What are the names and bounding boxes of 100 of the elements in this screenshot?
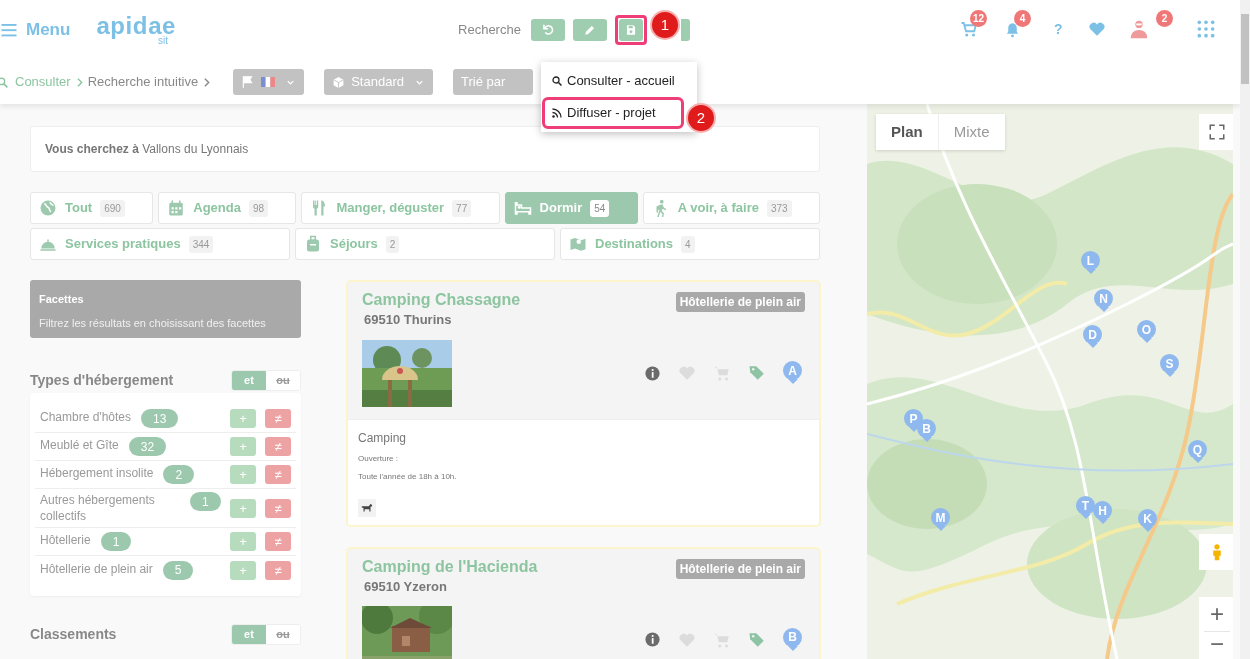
facet-label: Meublé et Gîte <box>40 437 119 453</box>
count-pill: 5 <box>162 560 194 580</box>
heart-icon[interactable] <box>678 364 696 382</box>
menu-item[interactable]: Consulter - accueil <box>545 68 681 94</box>
include-button[interactable]: + <box>230 532 256 551</box>
category-tab[interactable]: Séjours 2 <box>295 228 555 260</box>
exclude-button[interactable]: ≠ <box>265 560 291 580</box>
search-icon <box>551 75 563 87</box>
fullscreen-button[interactable] <box>1199 114 1233 150</box>
opening-label: Ouverture : <box>358 452 399 465</box>
apps-grid-icon[interactable] <box>1196 19 1216 39</box>
mode-toggle[interactable]: et <box>232 625 266 644</box>
map-type-tab[interactable]: Mixte <box>937 114 1005 150</box>
include-button[interactable]: + <box>230 465 256 484</box>
search-summary: Vous cherchez à Vallons du Lyonnais <box>45 141 249 158</box>
facet-label: Hôtellerie <box>40 532 91 548</box>
tags-icon[interactable] <box>748 364 766 382</box>
facets-subtitle: Filtrez les résultats en choisissant des facettes <box>39 315 267 331</box>
undo-button[interactable] <box>530 19 565 41</box>
result-address: 69510 Yzeron <box>364 577 448 596</box>
facet-label: Chambre d'hôtes <box>40 409 131 425</box>
other-button[interactable] <box>680 19 690 41</box>
accommodation-type: Camping <box>358 429 408 447</box>
scrollbar[interactable] <box>1240 0 1250 659</box>
count-badge: 690 <box>100 199 125 217</box>
zoom-in-button[interactable]: + <box>1199 597 1233 631</box>
sort-select[interactable]: Trié par <box>452 69 533 95</box>
include-button[interactable]: + <box>230 437 256 456</box>
category-tag: Hôtellerie de plein air <box>675 292 805 312</box>
map-type-tab[interactable]: Plan <box>876 114 938 150</box>
category-tab[interactable]: Services pratiques 344 <box>30 228 290 260</box>
search-icon <box>0 75 9 89</box>
menu-icon <box>0 21 18 39</box>
category-tab[interactable]: Tout 690 <box>30 192 154 224</box>
result-title[interactable]: Camping de l'Hacienda <box>362 556 538 577</box>
count-pill: 32 <box>128 437 167 456</box>
exclude-button[interactable]: ≠ <box>265 465 291 484</box>
count-badge: 98 <box>248 199 269 217</box>
count-badge: 2 <box>385 235 400 253</box>
category-tag: Hôtellerie de plein air <box>675 558 805 579</box>
map-icon <box>569 235 587 253</box>
category-tab[interactable]: Dormir 54 <box>504 192 638 224</box>
count-pill: 1 <box>190 492 221 511</box>
exclude-button[interactable]: ≠ <box>265 498 291 518</box>
street-view-button[interactable] <box>1199 534 1233 570</box>
pencil-icon <box>582 23 597 37</box>
count-badge: 77 <box>452 199 472 217</box>
menu-item[interactable]: Diffuser - projet <box>545 100 681 126</box>
view-select[interactable]: Standard <box>324 69 433 95</box>
language-select[interactable] <box>233 69 305 95</box>
undo-icon <box>540 23 555 37</box>
info-icon[interactable] <box>644 364 661 382</box>
mode-toggle[interactable]: et <box>232 371 266 390</box>
bed-icon <box>513 199 532 217</box>
count-pill: 2 <box>163 465 195 484</box>
facet-label: Hébergement insolite <box>40 465 154 481</box>
count-badge: 4 <box>681 235 695 253</box>
menu-button[interactable]: Menu <box>0 17 71 43</box>
category-tab[interactable]: A voir, à faire 373 <box>642 192 820 224</box>
edit-button[interactable] <box>572 19 607 41</box>
count-pill: 13 <box>141 409 179 428</box>
tricolor-flag-icon <box>261 77 276 87</box>
exclude-button[interactable]: ≠ <box>265 437 291 456</box>
suitcase-icon <box>304 235 322 253</box>
facets-title: Facettes <box>39 292 85 307</box>
count-badge: 344 <box>188 235 214 253</box>
category-tab[interactable]: Destinations 4 <box>560 228 820 260</box>
bell-icon[interactable] <box>1004 20 1021 38</box>
facet-group-title: Types d'hébergement <box>30 371 174 390</box>
calendar-icon <box>167 199 186 217</box>
count-badge: 4 <box>1014 10 1031 27</box>
zoom-out-button[interactable]: − <box>1199 632 1233 656</box>
info-icon[interactable] <box>644 631 661 648</box>
user-icon[interactable] <box>1128 18 1150 40</box>
count-badge: 2 <box>1156 10 1173 27</box>
include-button[interactable]: + <box>230 560 256 580</box>
exclude-button[interactable]: ≠ <box>265 409 291 428</box>
facet-label: Autres hébergements collectifs <box>40 492 156 524</box>
help-button[interactable]: ? <box>1054 18 1063 40</box>
heart-icon[interactable] <box>1088 20 1106 38</box>
opening-hours: Toute l'année de 18h à 10h. <box>358 470 458 483</box>
count-pill: 1 <box>100 532 132 551</box>
fullscreen-icon <box>1208 123 1226 141</box>
cart-icon[interactable] <box>713 364 731 382</box>
cart-icon[interactable] <box>960 20 978 38</box>
rss-icon <box>551 107 563 119</box>
category-tab[interactable]: Agenda 98 <box>158 192 297 224</box>
logo: apidae <box>96 14 177 38</box>
result-address: 69510 Thurins <box>364 311 453 329</box>
facet-group-title: Classements <box>30 625 117 644</box>
breadcrumb-link[interactable]: Recherche intuitive <box>87 72 199 92</box>
include-button[interactable]: + <box>230 409 256 428</box>
breadcrumb-link[interactable]: Consulter <box>15 72 71 92</box>
tags-icon[interactable] <box>748 630 766 649</box>
include-button[interactable]: + <box>230 498 256 518</box>
count-badge: 54 <box>590 199 610 217</box>
result-title[interactable]: Camping Chassagne <box>362 290 521 310</box>
cube-icon <box>332 75 346 89</box>
category-tab[interactable]: Manger, déguster 77 <box>301 192 500 224</box>
exclude-button[interactable]: ≠ <box>265 532 291 551</box>
